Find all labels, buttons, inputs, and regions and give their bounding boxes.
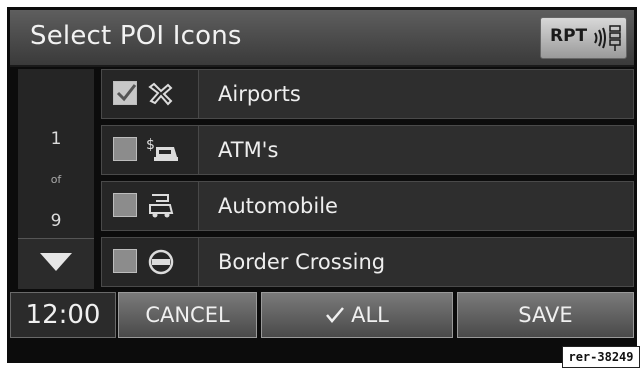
page-total: 9	[50, 211, 62, 231]
poi-row-controls	[102, 182, 199, 230]
poi-label: Border Crossing	[218, 250, 386, 274]
poi-row-automobile[interactable]: Automobile	[101, 181, 634, 231]
poi-checkbox-automobile[interactable]	[113, 193, 137, 217]
poi-row-controls	[102, 238, 199, 286]
poi-row-airports[interactable]: Airports	[101, 69, 634, 119]
poi-row-controls	[102, 70, 199, 118]
triangle-down-icon	[40, 253, 72, 271]
check-icon	[326, 307, 345, 323]
signal-stack-icon	[609, 25, 621, 51]
rpt-label: RPT	[550, 26, 588, 46]
airplane-icon	[148, 82, 173, 106]
poi-checkbox-atms[interactable]	[113, 137, 137, 161]
cancel-button[interactable]: CANCEL	[118, 292, 257, 338]
reference-tag: rer-38249	[562, 346, 640, 368]
svg-text:$: $	[146, 137, 155, 153]
rpt-button[interactable]: RPT	[540, 17, 627, 59]
automobile-icon	[149, 194, 174, 218]
poi-label: ATM's	[218, 138, 279, 162]
check-icon	[116, 84, 137, 102]
select-all-label: ALL	[351, 303, 389, 327]
poi-checkbox-border-crossing[interactable]	[113, 249, 137, 273]
poi-row-controls: $	[102, 126, 199, 174]
poi-label: Airports	[218, 82, 301, 106]
page-of-label: of	[50, 173, 62, 186]
page-current: 1	[50, 129, 62, 149]
poi-row-border-crossing[interactable]: Border Crossing	[101, 237, 634, 287]
clock-button[interactable]: 12:00	[10, 292, 116, 338]
sound-waves-icon	[594, 27, 606, 49]
page-title: Select POI Icons	[30, 21, 242, 51]
border-crossing-icon	[148, 249, 174, 275]
poi-checkbox-airports[interactable]	[113, 81, 137, 105]
nav-screen: Select POI Icons RPT 1 of 9 Airports $ A…	[7, 7, 640, 368]
select-all-button[interactable]: ALL	[261, 292, 453, 338]
header-bar: Select POI Icons RPT	[10, 10, 634, 67]
footer-bar: 12:00 CANCEL ALL SAVE	[7, 292, 637, 340]
poi-label: Automobile	[218, 194, 338, 218]
save-button[interactable]: SAVE	[457, 292, 634, 338]
atm-icon: $	[146, 137, 178, 161]
poi-row-atms[interactable]: $ ATM's	[101, 125, 634, 175]
scroll-down-button[interactable]	[18, 238, 94, 289]
